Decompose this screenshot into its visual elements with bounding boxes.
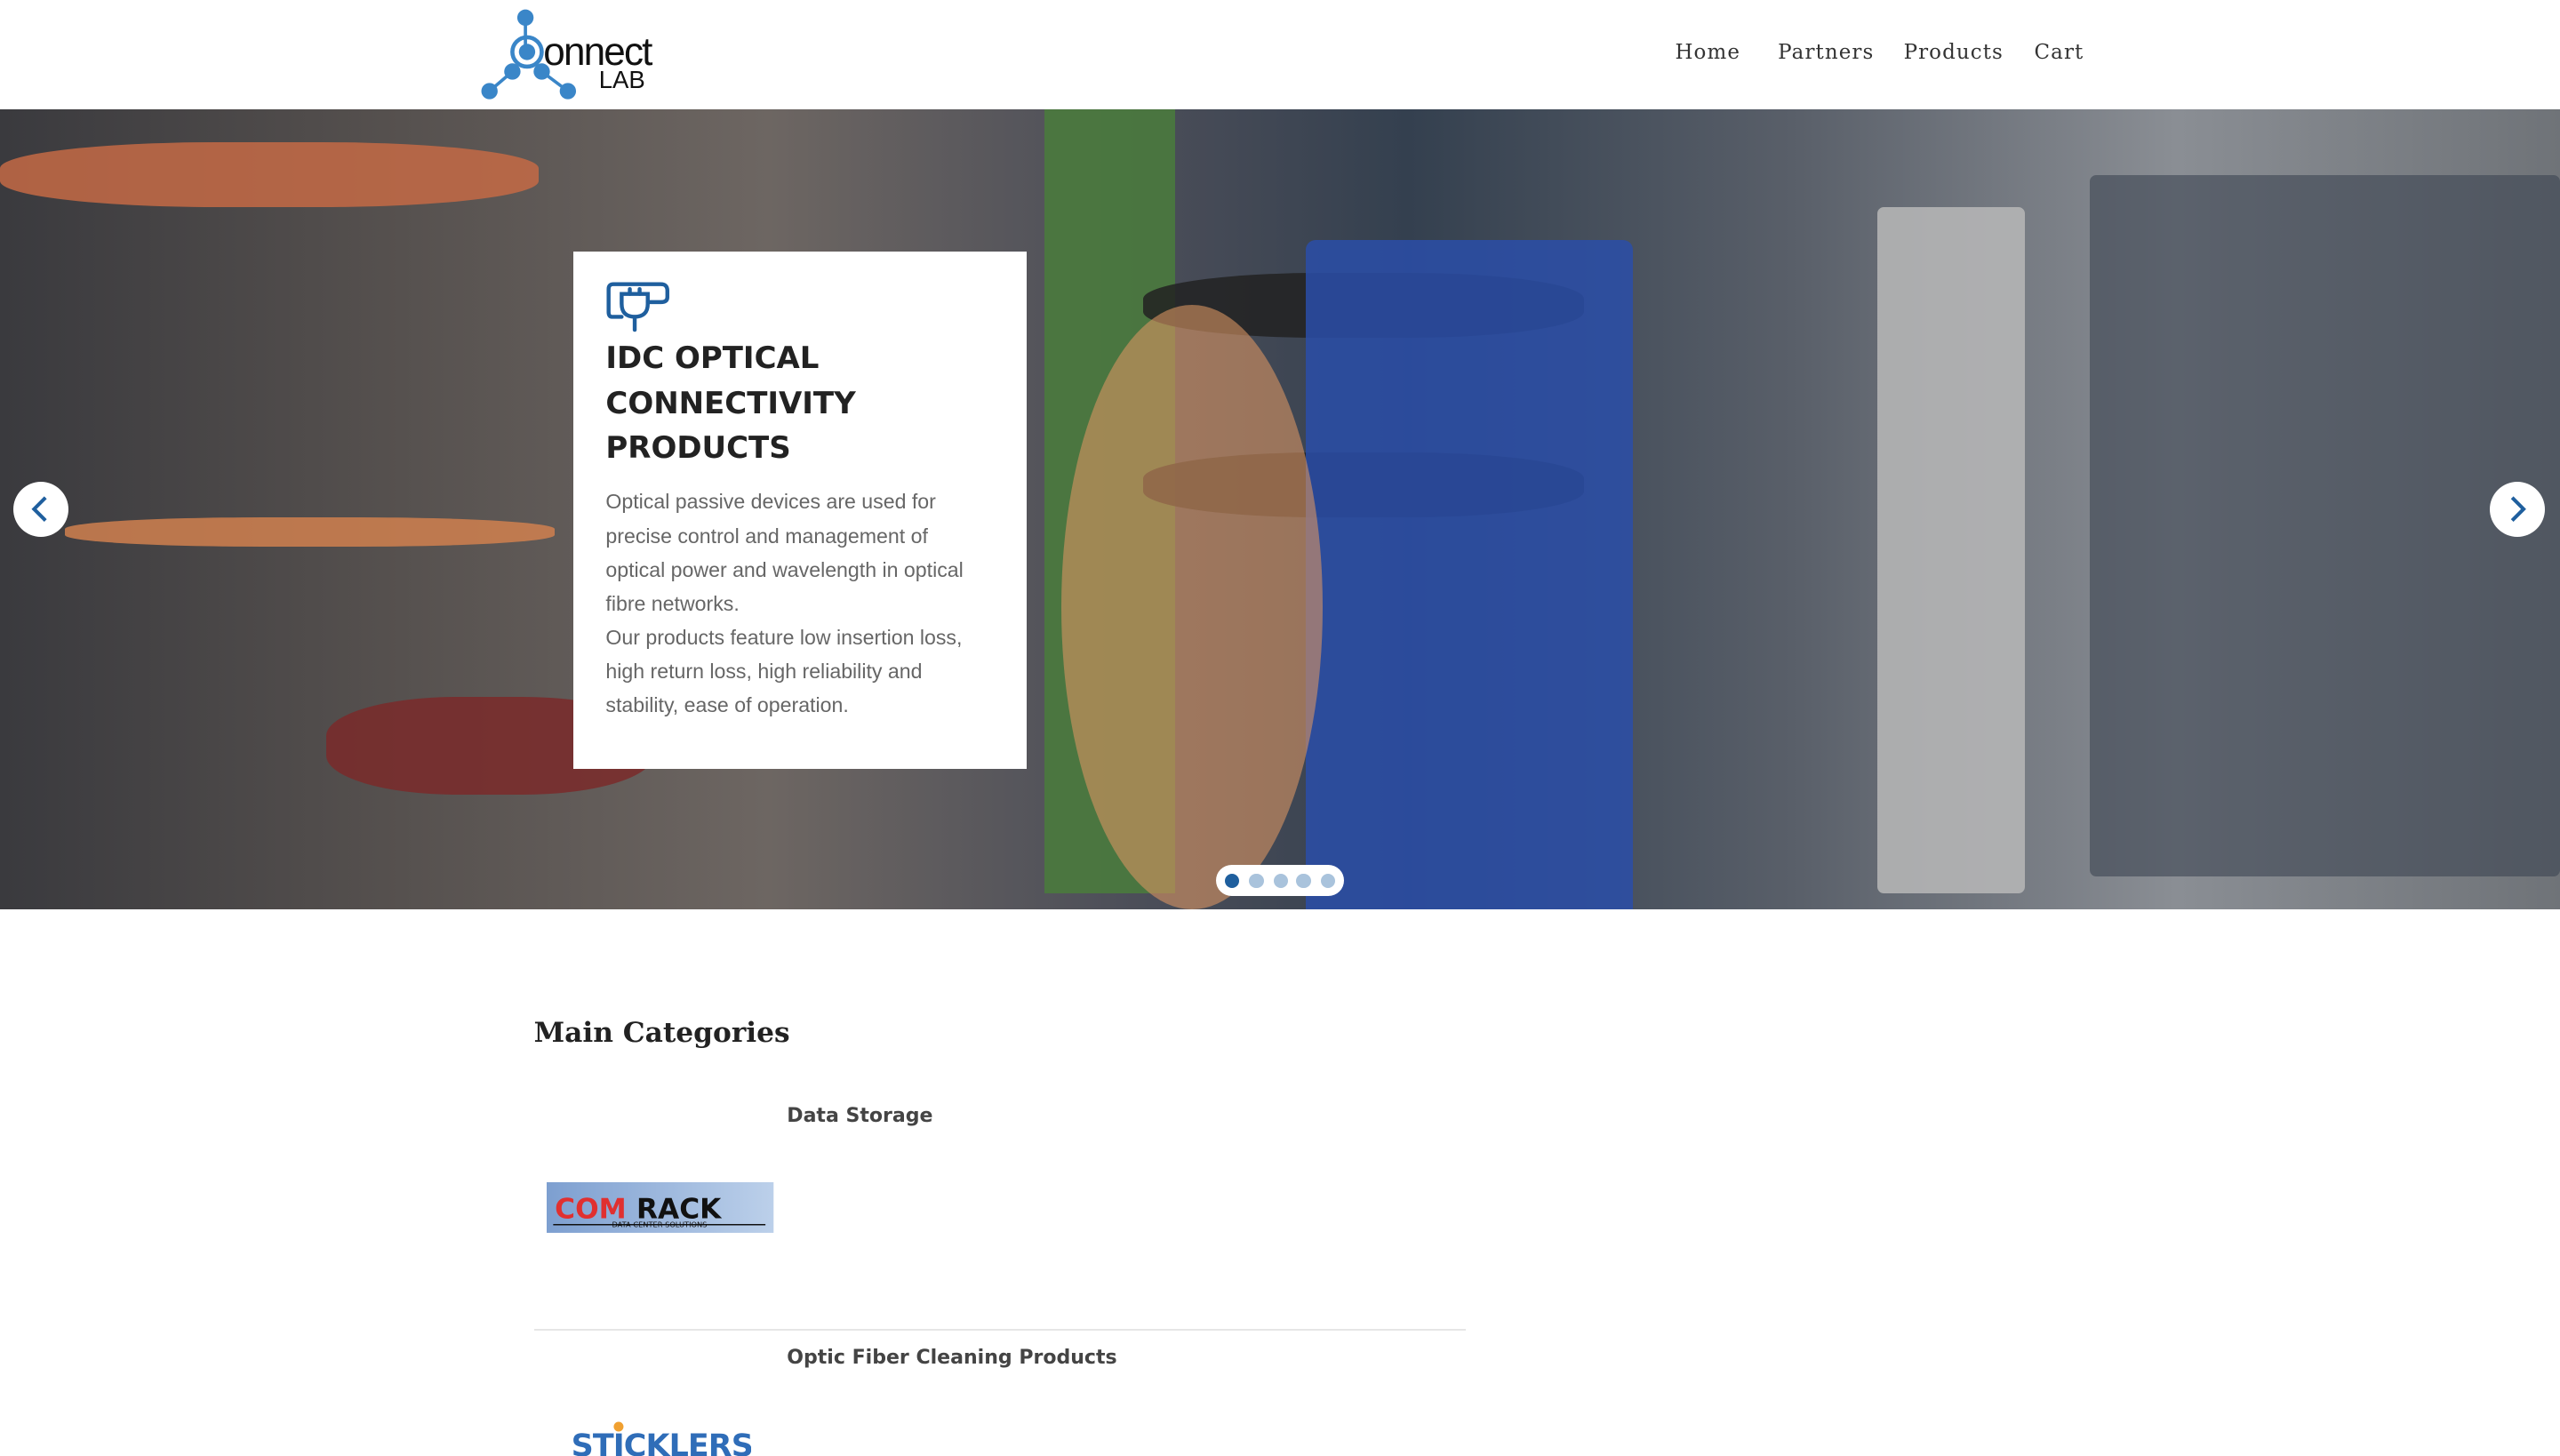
header: onnect LAB Home Partners Products Cart <box>0 0 2560 110</box>
comrack-logo[interactable]: COM RACK DATA CENTER SOLUTIONS <box>547 1181 774 1233</box>
plug-icon <box>606 282 670 332</box>
svg-text:LAB: LAB <box>599 66 645 93</box>
prev-slide-button[interactable] <box>12 481 69 538</box>
slide-dot-3[interactable] <box>1273 873 1289 889</box>
nav-home[interactable]: Home <box>1675 41 1740 64</box>
svg-text:DATA CENTER SOLUTIONS: DATA CENTER SOLUTIONS <box>612 1220 708 1228</box>
hero-description: Optical passive devices are used for pre… <box>605 484 989 721</box>
nav-products[interactable]: Products <box>1904 41 2004 64</box>
hero-carousel <box>0 109 2560 910</box>
logo[interactable]: onnect LAB <box>476 6 660 101</box>
divider <box>533 1329 1467 1331</box>
svg-text:STICKLERS: STICKLERS <box>572 1428 751 1456</box>
hero-card: IDC OPTICAL CONNECTIVITY PRODUCTS Optica… <box>572 251 1028 770</box>
chevron-right-icon <box>2511 496 2527 523</box>
hero-image-detail <box>1877 207 2025 893</box>
chevron-left-icon <box>31 496 47 523</box>
hero-description-1: Optical passive devices are used for pre… <box>605 490 964 615</box>
hero-image-detail <box>1060 305 1323 910</box>
section-heading: Main Categories <box>533 1017 790 1050</box>
hero-description-2: Our products feature low insertion loss,… <box>605 625 963 716</box>
hero-image-detail <box>0 141 540 208</box>
slide-dot-4[interactable] <box>1296 873 1311 889</box>
slide-dot-1[interactable] <box>1224 873 1240 889</box>
slide-indicators <box>1216 865 1344 897</box>
hero-image-detail <box>65 517 556 548</box>
category-optic-fiber-cleaning[interactable]: Optic Fiber Cleaning Products <box>787 1347 1116 1369</box>
hero-image-detail <box>2089 174 2560 877</box>
hero-image-detail <box>1306 239 1633 910</box>
nav-cart[interactable]: Cart <box>2035 41 2084 64</box>
slide-dot-5[interactable] <box>1320 873 1336 889</box>
category-data-storage[interactable]: Data Storage <box>787 1105 932 1127</box>
sticklers-logo[interactable]: STICKLERS <box>568 1417 751 1456</box>
slide-dot-2[interactable] <box>1249 873 1264 889</box>
nav-partners[interactable]: Partners <box>1778 41 1874 64</box>
hero-title: IDC OPTICAL CONNECTIVITY PRODUCTS <box>605 340 856 467</box>
